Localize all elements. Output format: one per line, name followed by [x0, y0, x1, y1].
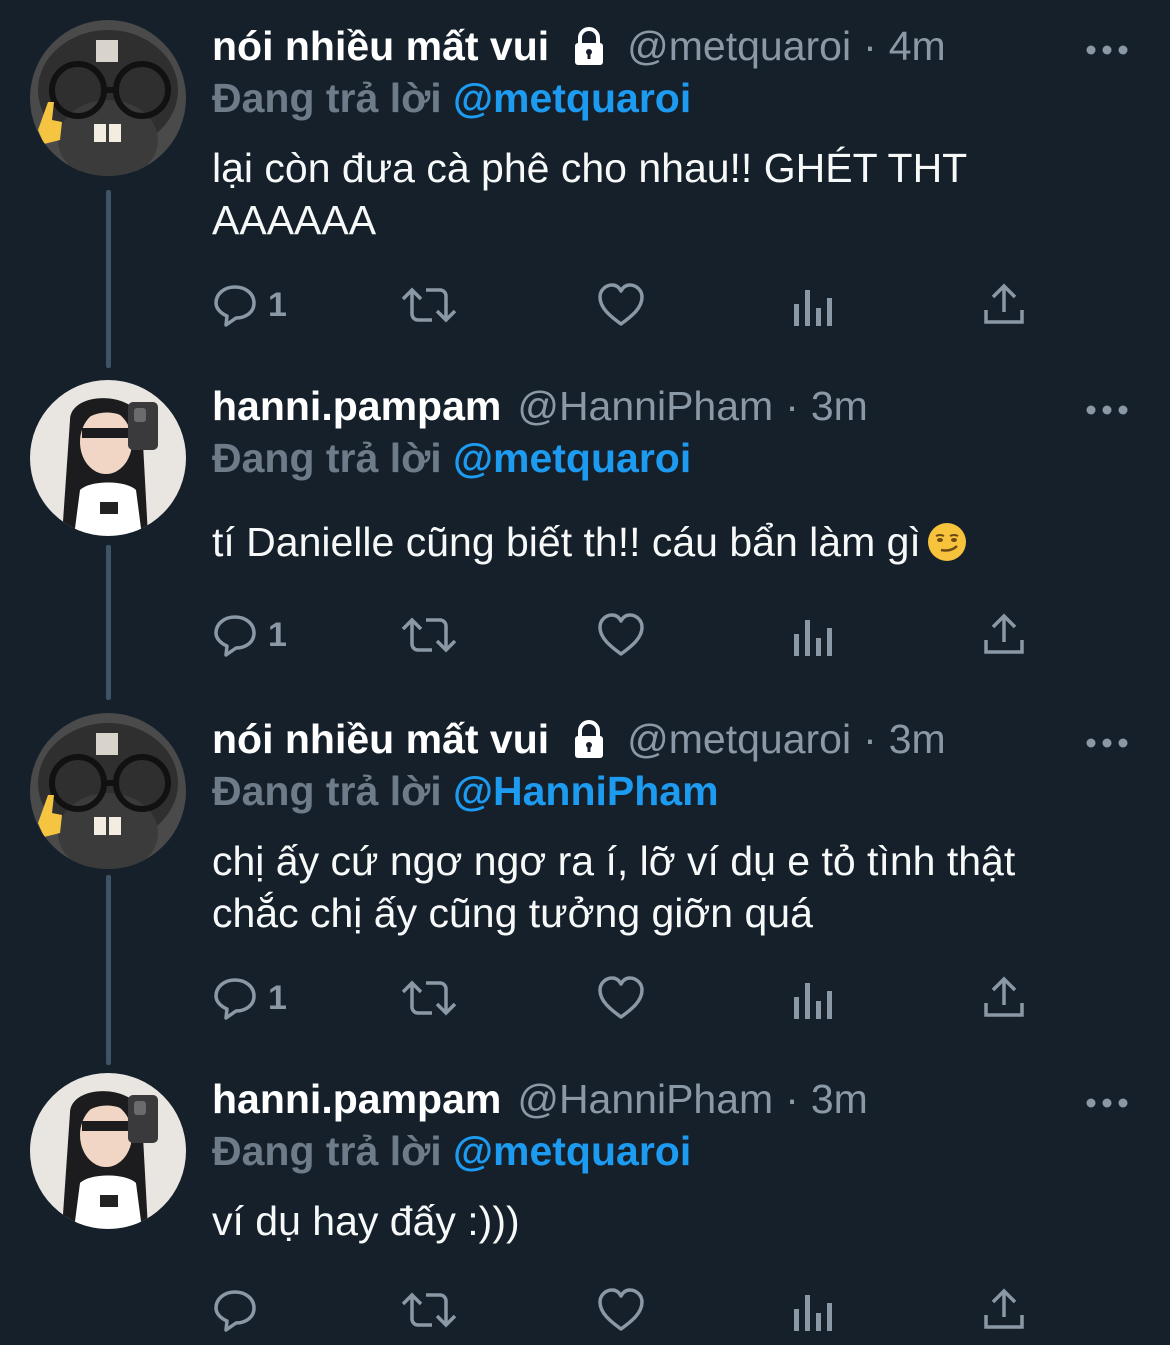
- share-icon: [982, 1287, 1026, 1333]
- tweet-text: ví dụ hay đấy :))): [212, 1198, 520, 1244]
- views-button[interactable]: [792, 280, 834, 330]
- replying-to: Đang trả lời @metquaroi: [212, 432, 1112, 484]
- speech-bubble-icon: [212, 282, 258, 328]
- avatar-cat[interactable]: [30, 20, 186, 176]
- avatar-cat[interactable]: [30, 713, 186, 869]
- user-handle[interactable]: @HanniPham: [517, 380, 773, 432]
- reply-button[interactable]: 1: [212, 973, 287, 1023]
- share-icon: [982, 975, 1026, 1021]
- tweet-header: hanni.pampam @HanniPham · 3m: [212, 380, 1112, 432]
- bar-chart-icon: [792, 612, 834, 658]
- lock-icon: [567, 24, 611, 68]
- heart-icon: [596, 612, 646, 658]
- display-name[interactable]: nói nhiều mất vui: [212, 713, 549, 765]
- timestamp[interactable]: 3m: [889, 713, 946, 765]
- timestamp[interactable]: 3m: [811, 380, 868, 432]
- thread-line-3: [106, 875, 111, 1065]
- separator-dot: ·: [863, 716, 877, 762]
- bar-chart-icon: [792, 1287, 834, 1333]
- reply-button[interactable]: [212, 1285, 268, 1335]
- avatar-hanni[interactable]: [30, 1073, 186, 1229]
- views-button[interactable]: [792, 973, 834, 1023]
- share-button[interactable]: [982, 280, 1026, 330]
- more-dots-icon[interactable]: [1086, 42, 1128, 55]
- tweet-actions: 1: [212, 973, 1042, 1023]
- user-handle[interactable]: @metquaroi: [627, 20, 851, 72]
- avatar-hanni[interactable]: [30, 380, 186, 536]
- replying-to-label: Đang trả lời: [212, 1128, 442, 1174]
- retweet-icon: [400, 282, 458, 328]
- heart-icon: [596, 282, 646, 328]
- heart-icon: [596, 975, 646, 1021]
- retweet-button[interactable]: [400, 1285, 458, 1335]
- tweet-text: tí Danielle cũng biết th!! cáu bẩn làm g…: [212, 519, 921, 565]
- replying-to-handle[interactable]: @metquaroi: [453, 435, 691, 481]
- share-button[interactable]: [982, 1285, 1026, 1335]
- reply-count: 1: [268, 285, 287, 324]
- retweet-button[interactable]: [400, 610, 458, 660]
- bar-chart-icon: [792, 975, 834, 1021]
- tweet-actions: [212, 1285, 1042, 1335]
- replying-to-handle[interactable]: @metquaroi: [453, 75, 691, 121]
- display-name[interactable]: nói nhiều mất vui: [212, 20, 549, 72]
- like-button[interactable]: [596, 610, 646, 660]
- speech-bubble-icon: [212, 975, 258, 1021]
- replying-to: Đang trả lời @metquaroi: [212, 72, 1112, 124]
- speech-bubble-icon: [212, 612, 258, 658]
- smirking-face-icon: [927, 522, 967, 562]
- share-button[interactable]: [982, 973, 1026, 1023]
- retweet-icon: [400, 1287, 458, 1333]
- replying-to-label: Đang trả lời: [212, 75, 442, 121]
- thread-line-1: [106, 190, 111, 368]
- tweet-header: nói nhiều mất vui @metquaroi · 4m: [212, 20, 1112, 72]
- more-dots-icon[interactable]: [1086, 735, 1128, 748]
- reply-count: 1: [268, 978, 287, 1017]
- replying-to: Đang trả lời @metquaroi: [212, 1125, 1112, 1177]
- replying-to-label: Đang trả lời: [212, 768, 442, 814]
- views-button[interactable]: [792, 610, 834, 660]
- replying-to-handle[interactable]: @metquaroi: [453, 1128, 691, 1174]
- heart-icon: [596, 1287, 646, 1333]
- replying-to-label: Đang trả lời: [212, 435, 442, 481]
- display-name[interactable]: hanni.pampam: [212, 1073, 501, 1125]
- thread-line-2: [106, 545, 111, 700]
- retweet-icon: [400, 975, 458, 1021]
- lock-icon: [567, 717, 611, 761]
- reply-count: 1: [268, 615, 287, 654]
- retweet-button[interactable]: [400, 973, 458, 1023]
- more-dots-icon[interactable]: [1086, 402, 1128, 415]
- retweet-icon: [400, 612, 458, 658]
- tweet-header: nói nhiều mất vui @metquaroi · 3m: [212, 713, 1112, 765]
- display-name[interactable]: hanni.pampam: [212, 380, 501, 432]
- separator-dot: ·: [785, 1076, 799, 1122]
- more-dots-icon[interactable]: [1086, 1095, 1128, 1108]
- reply-button[interactable]: 1: [212, 280, 287, 330]
- share-button[interactable]: [982, 610, 1026, 660]
- replying-to-handle[interactable]: @HanniPham: [453, 768, 719, 814]
- tweet-actions: 1: [212, 610, 1042, 660]
- like-button[interactable]: [596, 1285, 646, 1335]
- tweet-actions: 1: [212, 280, 1042, 330]
- tweet-header: hanni.pampam @HanniPham · 3m: [212, 1073, 1112, 1125]
- user-handle[interactable]: @metquaroi: [627, 713, 851, 765]
- speech-bubble-icon: [212, 1287, 258, 1333]
- like-button[interactable]: [596, 973, 646, 1023]
- tweet-text-line: tí Danielle cũng biết th!! cáu bẩn làm g…: [212, 516, 1112, 568]
- like-button[interactable]: [596, 280, 646, 330]
- reply-button[interactable]: 1: [212, 610, 287, 660]
- tweet-text: lại còn đưa cà phê cho nhau!! GHÉT THT A…: [212, 145, 967, 243]
- timestamp[interactable]: 4m: [889, 20, 946, 72]
- share-icon: [982, 612, 1026, 658]
- user-handle[interactable]: @HanniPham: [517, 1073, 773, 1125]
- views-button[interactable]: [792, 1285, 834, 1335]
- timestamp[interactable]: 3m: [811, 1073, 868, 1125]
- separator-dot: ·: [785, 383, 799, 429]
- share-icon: [982, 282, 1026, 328]
- bar-chart-icon: [792, 282, 834, 328]
- tweet-text: chị ấy cứ ngơ ngơ ra í, lỡ ví dụ e tỏ tì…: [212, 838, 1016, 936]
- retweet-button[interactable]: [400, 280, 458, 330]
- separator-dot: ·: [863, 23, 877, 69]
- replying-to: Đang trả lời @HanniPham: [212, 765, 1112, 817]
